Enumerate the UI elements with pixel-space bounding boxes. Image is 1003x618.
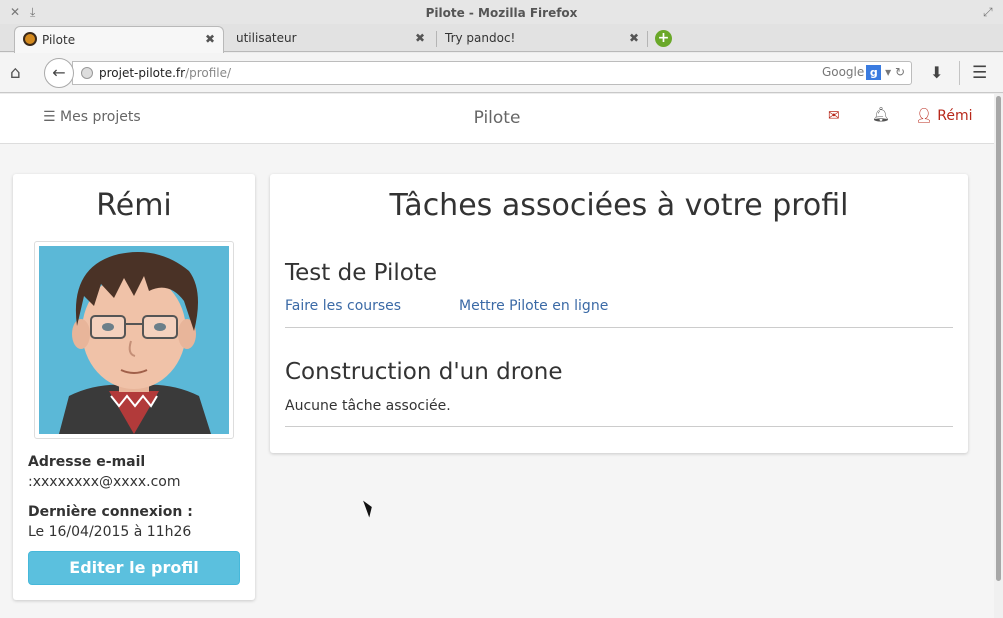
tab-try-pandoc[interactable]: Try pandoc! ✖ xyxy=(437,26,647,52)
new-tab-button[interactable]: + xyxy=(655,30,672,47)
pilote-favicon-icon xyxy=(23,32,37,46)
tasks-heading: Tâches associées à votre profil xyxy=(389,188,849,223)
task-link[interactable]: Mettre Pilote en ligne xyxy=(459,298,608,314)
tab-bar: Pilote ✖ utilisateur ✖ Try pandoc! ✖ + xyxy=(0,24,1003,53)
divider xyxy=(285,426,953,427)
back-button[interactable]: ← xyxy=(44,58,74,88)
home-icon[interactable]: ⌂ xyxy=(10,63,21,83)
user-menu-link[interactable]: 👤︎ Rémi xyxy=(915,108,972,124)
task-link[interactable]: Faire les courses xyxy=(285,298,401,314)
tab-label: Pilote xyxy=(42,33,76,47)
page-viewport: ☰ Mes projets Pilote ✉ 🔔︎ 👤︎ Rémi Rémi A… xyxy=(0,94,994,618)
page-scrollbar[interactable] xyxy=(994,94,1003,618)
tab-utilisateur[interactable]: utilisateur ✖ xyxy=(228,26,433,52)
url-text[interactable]: projet-pilote.fr/profile/ xyxy=(99,66,231,80)
site-brand[interactable]: Pilote xyxy=(0,108,994,128)
url-bar[interactable]: projet-pilote.fr/profile/ Google g ▾ ↻ xyxy=(72,61,912,85)
divider xyxy=(285,327,953,328)
site-header: ☰ Mes projets Pilote ✉ 🔔︎ 👤︎ Rémi xyxy=(0,94,994,144)
envelope-icon[interactable]: ✉ xyxy=(828,108,840,124)
edit-profile-button[interactable]: Editer le profil xyxy=(28,551,240,585)
google-icon: g xyxy=(866,65,882,80)
close-tab-icon[interactable]: ✖ xyxy=(205,32,215,46)
globe-icon xyxy=(81,67,93,79)
close-tab-icon[interactable]: ✖ xyxy=(415,31,425,45)
avatar xyxy=(34,241,234,439)
tasks-card: Tâches associées à votre profil Test de … xyxy=(270,174,968,453)
last-login-value: Le 16/04/2015 à 11h26 xyxy=(28,524,192,540)
search-engine-selector[interactable]: Google g ▾ ↻ xyxy=(822,65,905,80)
email-value: :xxxxxxxx@xxxx.com xyxy=(28,474,181,490)
toolbar-separator xyxy=(959,61,960,85)
bell-icon[interactable]: 🔔︎ xyxy=(872,107,890,123)
scrollbar-thumb[interactable] xyxy=(996,96,1001,581)
tab-label: Try pandoc! xyxy=(445,31,516,45)
navigation-bar: ⌂ projet-pilote.fr/profile/ Google g ▾ ↻ … xyxy=(0,53,1003,93)
project-title: Test de Pilote xyxy=(285,260,438,286)
tab-pilote[interactable]: Pilote ✖ xyxy=(14,26,224,53)
project-title: Construction d'un drone xyxy=(285,359,563,385)
back-arrow-icon: ← xyxy=(52,63,66,82)
tab-label: utilisateur xyxy=(236,31,297,45)
reload-icon[interactable]: ↻ xyxy=(895,65,905,79)
mouse-cursor-icon xyxy=(363,498,375,518)
downloads-icon[interactable]: ⬇ xyxy=(930,63,943,82)
profile-card: Rémi Adresse e-mail:xxxxxxxx@xxxx.com D… xyxy=(13,174,255,600)
profile-name: Rémi xyxy=(96,188,172,223)
email-label: Adresse e-mail xyxy=(28,454,146,470)
hamburger-menu-icon[interactable]: ☰ xyxy=(972,63,987,83)
user-icon: 👤︎ xyxy=(915,108,933,124)
close-tab-icon[interactable]: ✖ xyxy=(629,31,639,45)
tab-separator xyxy=(647,31,648,47)
last-login-label: Dernière connexion : xyxy=(28,504,193,520)
maximize-window-icon[interactable]: ⤢ xyxy=(983,5,993,20)
window-titlebar: ✕ ⤓ Pilote - Mozilla Firefox ⤢ xyxy=(0,0,1003,26)
window-title: Pilote - Mozilla Firefox xyxy=(425,6,578,20)
avatar-illustration xyxy=(39,246,229,434)
empty-tasks-note: Aucune tâche associée. xyxy=(285,398,451,414)
